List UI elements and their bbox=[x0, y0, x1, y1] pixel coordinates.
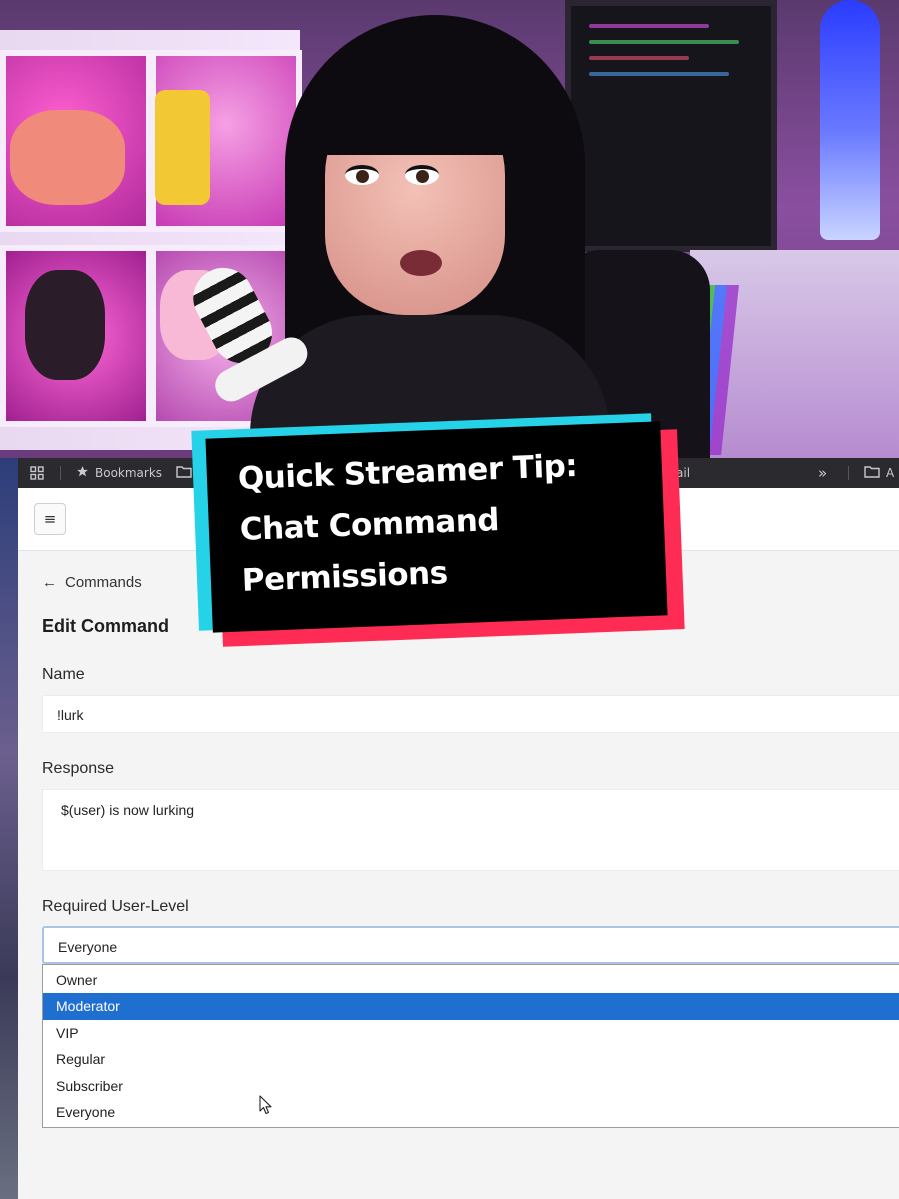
apps-grid-icon[interactable] bbox=[30, 458, 44, 488]
user-level-dropdown: Owner Moderator VIP Regular Subscriber E… bbox=[42, 964, 899, 1129]
dropdown-option-owner[interactable]: Owner bbox=[43, 967, 899, 993]
response-label: Response bbox=[42, 760, 115, 777]
user-level-select[interactable]: Everyone bbox=[42, 926, 899, 964]
response-textarea[interactable]: $(user) is now lurking bbox=[42, 789, 899, 871]
folder-icon bbox=[864, 465, 880, 481]
page-title: Edit Command bbox=[42, 616, 170, 636]
plush-toy bbox=[25, 270, 105, 380]
hamburger-menu-icon[interactable]: ≡ bbox=[34, 503, 66, 535]
dropdown-option-subscriber[interactable]: Subscriber bbox=[43, 1073, 899, 1099]
dropdown-option-vip[interactable]: VIP bbox=[43, 1020, 899, 1046]
bookmark-item[interactable]: Bookmarks bbox=[76, 458, 162, 488]
webcam-scene bbox=[0, 0, 899, 458]
folder-icon bbox=[176, 465, 192, 481]
dropdown-option-everyone[interactable]: Everyone bbox=[43, 1099, 899, 1125]
plush-toy bbox=[155, 90, 210, 205]
bookmarks-overflow-chevron-icon[interactable]: » bbox=[818, 458, 827, 488]
arrow-left-icon: ← bbox=[42, 574, 57, 591]
mouse-cursor-icon bbox=[259, 1095, 272, 1115]
tip-caption: Quick Streamer Tip: Chat Command Permiss… bbox=[191, 402, 688, 647]
bookmark-folder[interactable]: A bbox=[864, 458, 894, 488]
background-strip bbox=[0, 458, 18, 1199]
back-to-commands-link[interactable]: ← Commands bbox=[42, 574, 142, 591]
bookmark-label: Bookmarks bbox=[95, 466, 163, 480]
bookmark-label: A bbox=[886, 466, 895, 480]
name-label: Name bbox=[42, 666, 85, 683]
dropdown-option-regular[interactable]: Regular bbox=[43, 1046, 899, 1072]
streamer bbox=[250, 15, 610, 458]
edit-command-form: ← Commands Edit Command Name !lurk Respo… bbox=[18, 550, 899, 1199]
plush-toy bbox=[10, 110, 125, 205]
back-link-label: Commands bbox=[65, 574, 142, 591]
user-level-label: Required User-Level bbox=[42, 898, 189, 915]
star-icon bbox=[76, 465, 89, 481]
caption-text: Quick Streamer Tip: Chat Command Permiss… bbox=[237, 438, 663, 607]
bookmark-folder[interactable] bbox=[176, 458, 192, 488]
name-input[interactable]: !lurk bbox=[42, 695, 899, 733]
dropdown-option-moderator[interactable]: Moderator bbox=[43, 993, 899, 1020]
lava-lamp bbox=[820, 0, 880, 240]
